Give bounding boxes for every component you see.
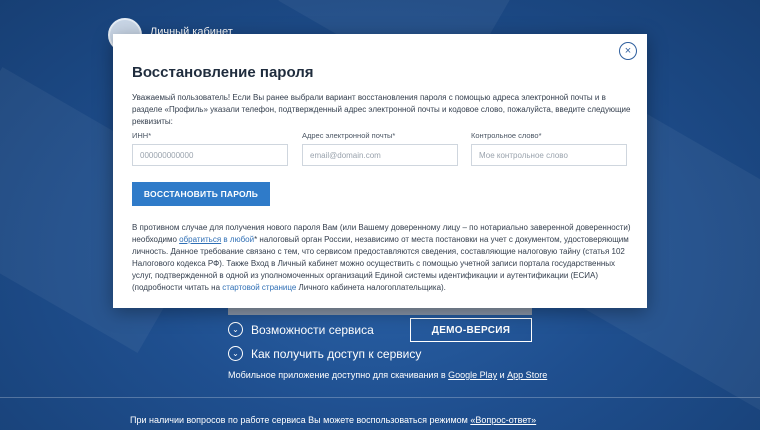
footer-divider	[0, 397, 760, 398]
mobile-app-line: Мобильное приложение доступно для скачив…	[228, 370, 548, 380]
app-store-link[interactable]: App Store	[507, 370, 547, 380]
demo-version-button[interactable]: ДЕМО-ВЕРСИЯ	[410, 318, 532, 342]
modal-note: В противном случае для получения нового …	[132, 223, 631, 292]
modal-title: Восстановление пароля	[132, 64, 314, 81]
access-label: Как получить доступ к сервису	[251, 346, 422, 361]
codeword-label: Контрольное слово*	[471, 131, 542, 140]
inn-label: ИНН*	[132, 131, 152, 140]
codeword-field-group: Контрольное слово*	[471, 131, 627, 166]
google-play-link[interactable]: Google Play	[448, 370, 497, 380]
footer-text: При наличии вопросов по работе сервиса В…	[130, 415, 537, 425]
chevron-down-circle-icon: ⌄	[228, 346, 243, 361]
close-icon[interactable]: ×	[619, 42, 637, 60]
restore-password-button[interactable]: ВОССТАНОВИТЬ ПАРОЛЬ	[132, 182, 270, 206]
inn-field-group: ИНН*	[132, 131, 288, 166]
contact-link[interactable]: обратиться	[179, 235, 221, 244]
inn-input[interactable]	[132, 144, 288, 166]
email-label: Адрес электронной почты*	[302, 131, 396, 140]
codeword-input[interactable]	[471, 144, 627, 166]
modal-description: Уважаемый пользователь! Если Вы ранее вы…	[132, 93, 631, 126]
access-toggle[interactable]: ⌄ Как получить доступ к сервису	[228, 346, 421, 361]
any-office-link[interactable]: в любой	[223, 235, 254, 244]
features-toggle[interactable]: ⌄ Возможности сервиса	[228, 322, 374, 337]
email-input[interactable]	[302, 144, 458, 166]
start-page-link[interactable]: стартовой странице	[222, 283, 296, 292]
password-recovery-modal: × Восстановление пароля Уважаемый пользо…	[113, 34, 647, 308]
features-label: Возможности сервиса	[251, 322, 374, 337]
chevron-down-circle-icon: ⌄	[228, 322, 243, 337]
faq-link[interactable]: «Вопрос-ответ»	[470, 415, 536, 425]
email-field-group: Адрес электронной почты*	[302, 131, 458, 166]
